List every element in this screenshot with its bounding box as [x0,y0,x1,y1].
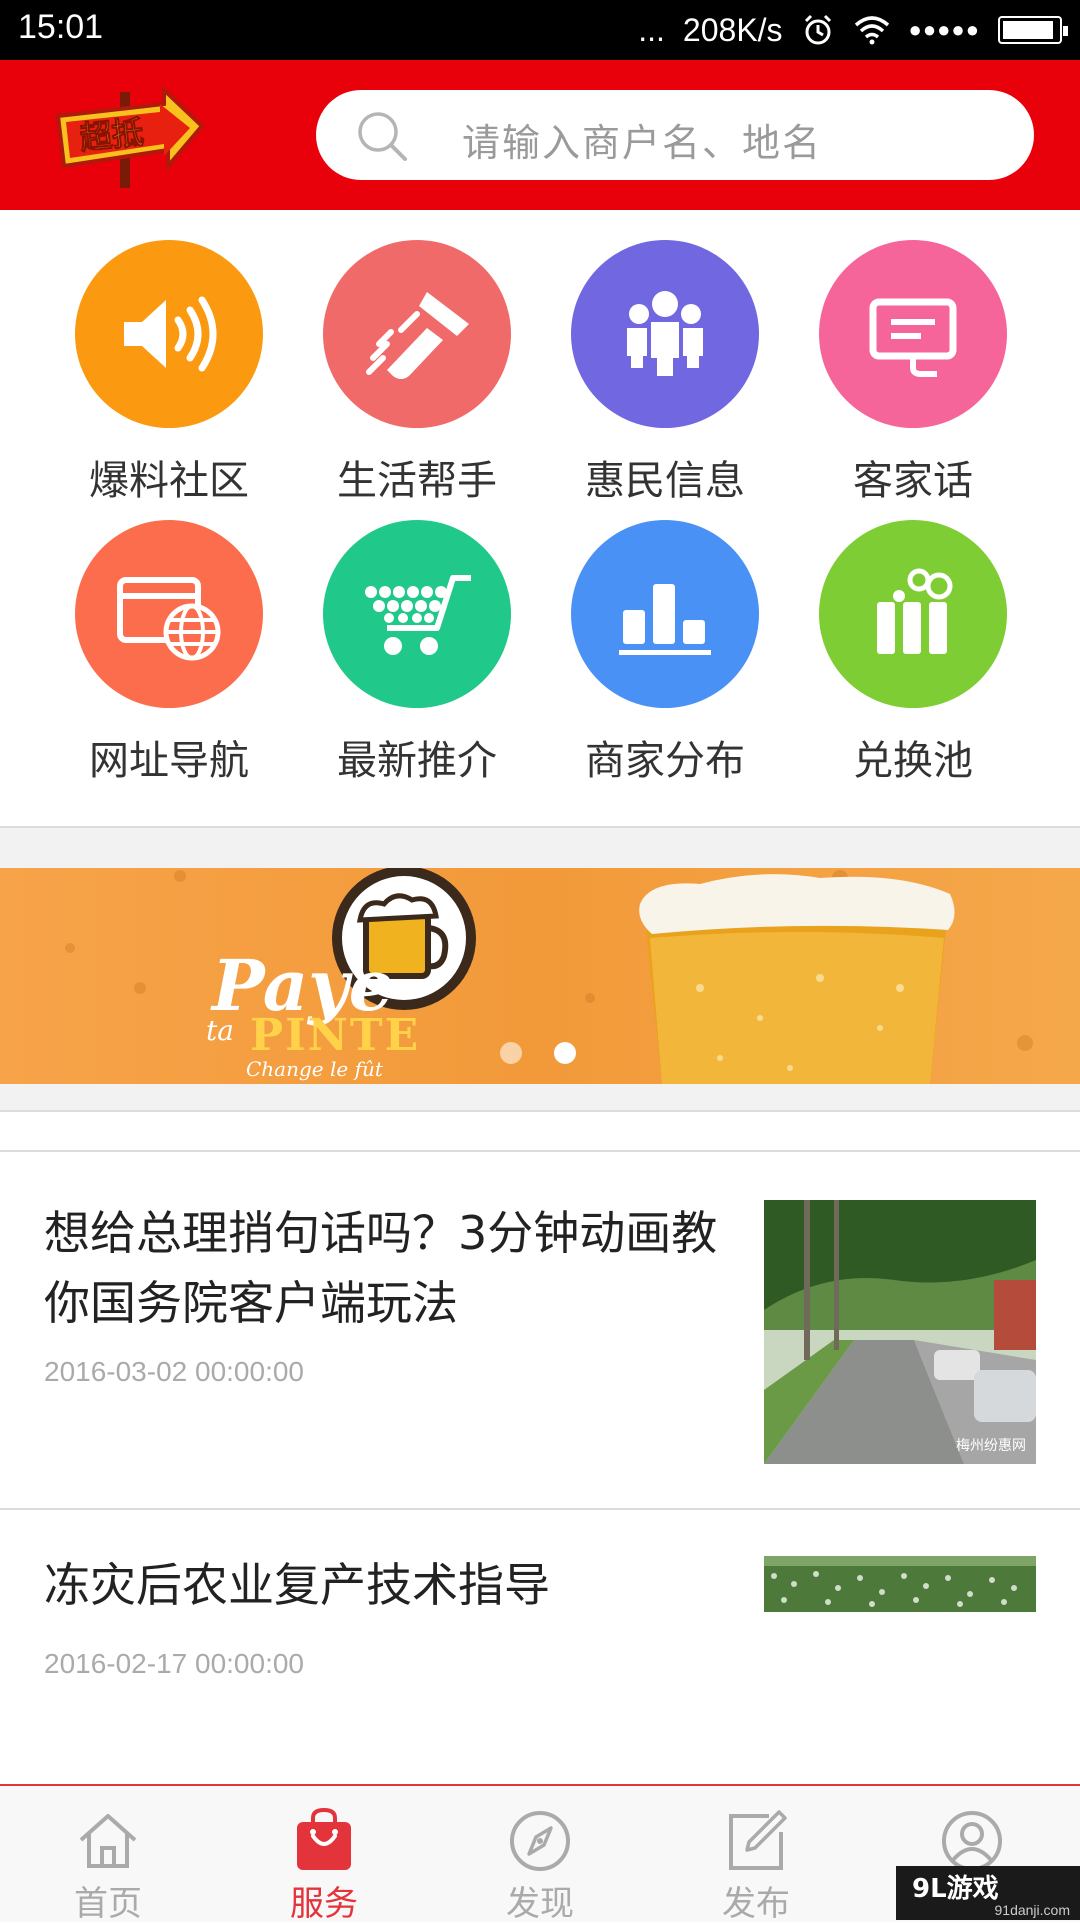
cart-icon [365,575,471,655]
monitor-icon [869,298,957,377]
category-label: 兑换池 [853,738,973,784]
pagination-dot[interactable] [500,1042,522,1064]
category-label: 最新推介 [337,738,497,784]
home-icon [79,1814,137,1868]
category-baoliao[interactable]: 爆料社区 [44,210,294,504]
wifi-icon [854,16,889,45]
compass-icon [510,1811,570,1871]
people-icon [627,291,703,376]
speaker-icon [124,296,217,372]
search-placeholder: 请输入商户名、地名 [462,121,823,165]
news-date: 2016-03-02 00:00:00 [44,1356,304,1387]
tab-discover[interactable]: 发现 [432,1786,648,1924]
news-title: 冻灾后农业复产技术指导 [44,1558,550,1612]
beer-glass-image [639,874,955,1084]
cell-signal: ●●●●● [908,17,980,42]
news-date: 2016-02-17 00:00:00 [44,1648,304,1679]
tab-service[interactable]: 服务 [216,1786,432,1924]
tab-label: 发布 [722,1884,790,1924]
more-dots: ... [638,11,665,48]
watermark-url: 91danji.com [994,1902,1071,1918]
alarm-icon [804,14,831,45]
network-speed: 208K/s [682,11,783,48]
category-label: 商家分布 [585,738,745,784]
category-circle [75,520,263,708]
category-huimin[interactable]: 惠民信息 [540,210,790,504]
tab-home[interactable]: 首页 [0,1786,216,1924]
category-grid: 爆料社区 生活帮手 惠民信息 客家话 网址导航 最新推介 商家分布 兑换池 [0,210,1080,826]
search-icon [358,112,407,161]
news-thumbnail [764,1556,1036,1612]
category-circle [819,520,1007,708]
search-bar[interactable]: 请输入商户名、地名 [316,90,1034,180]
status-bar: 15:01 ... 208K/s ●●●●● [0,0,1080,60]
category-circle [571,520,759,708]
category-circle [819,240,1007,428]
handshake-icon [366,292,469,379]
app-logo[interactable]: 超抵 [52,82,212,190]
app-header: 超抵 请输入商户名、地名 [0,60,1080,210]
watermark-brand: 9L游戏 [912,1874,999,1904]
logo-text: 超抵 [78,113,146,157]
category-circle [323,240,511,428]
status-time: 15:01 [18,8,104,46]
section-gap [0,828,1080,868]
user-icon [942,1811,1002,1871]
category-label: 网址导航 [89,738,249,784]
category-kejiahua[interactable]: 客家话 [788,210,1038,504]
banner-pagination [500,1042,576,1064]
gift-icon [877,568,953,654]
news-thumbnail: 梅州纷惠网 [764,1200,1036,1464]
category-zuixin[interactable]: 最新推介 [292,490,542,784]
banner-pinte: PINTE [250,1010,420,1061]
category-duihuan[interactable]: 兑换池 [788,490,1038,784]
section-gap [0,1084,1080,1112]
category-shenghuo[interactable]: 生活帮手 [292,210,542,504]
category-circle [571,240,759,428]
site-watermark: 9L游戏 91danji.com [896,1866,1080,1920]
thumb-watermark: 梅州纷惠网 [956,1438,1026,1454]
web-globe-icon [117,577,221,661]
shopping-bag-icon [297,1808,351,1870]
news-title: 想给总理捎句话吗？3分钟动画教你国务院客户端玩法 [44,1206,718,1330]
category-circle [323,520,511,708]
category-wangzhi[interactable]: 网址导航 [44,490,294,784]
news-item[interactable]: 冻灾后农业复产技术指导 2016-02-17 00:00:00 [0,1510,1080,1784]
bar-chart-icon [619,584,711,655]
news-item[interactable]: 想给总理捎句话吗？3分钟动画教你国务院客户端玩法 2016-03-02 00:0… [0,1152,1080,1508]
edit-icon [729,1810,787,1870]
tab-label: 发现 [506,1884,574,1924]
divider [0,1110,1080,1112]
category-circle [75,240,263,428]
category-shangjia[interactable]: 商家分布 [540,490,790,784]
pagination-dot-active[interactable] [554,1042,576,1064]
battery-icon [998,16,1068,44]
banner-subtitle: Change le fût [246,1057,384,1081]
tab-publish[interactable]: 发布 [648,1786,864,1924]
tab-label: 服务 [290,1884,358,1924]
banner-ta: ta [206,1014,234,1047]
status-icons: ... 208K/s ●●●●● [638,6,1068,54]
tab-label: 首页 [74,1884,142,1924]
